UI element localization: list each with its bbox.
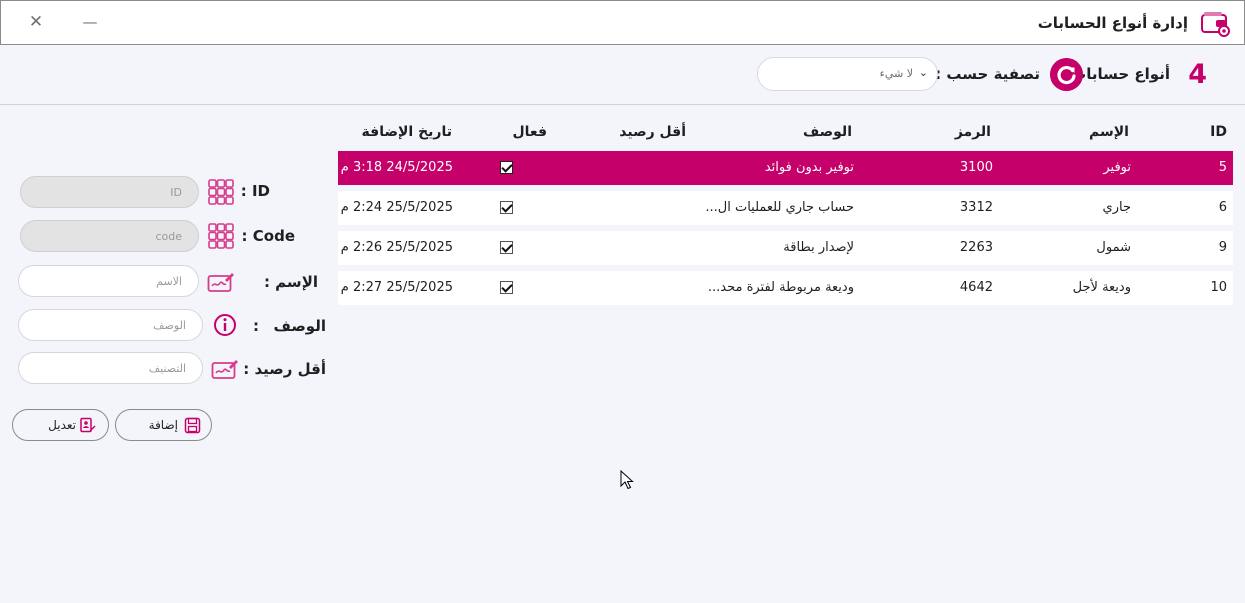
- cell-date-added: 25/5/2025 2:27 م: [340, 280, 453, 295]
- description-label: الوصف: [273, 317, 326, 335]
- cell-date-added: 24/5/2025 3:18 م: [340, 160, 453, 175]
- cell-description: توفير بدون فوائد: [764, 160, 854, 175]
- filter-select[interactable]: لا شيء ⌄: [757, 57, 938, 91]
- active-checkbox[interactable]: [500, 201, 513, 214]
- add-button[interactable]: إضافة: [115, 409, 212, 441]
- id-label: ID :: [240, 182, 270, 200]
- code-field[interactable]: code: [20, 220, 199, 252]
- column-header-code[interactable]: الرمز: [955, 124, 991, 140]
- cell-code: 3312: [959, 200, 993, 215]
- refresh-icon[interactable]: [1050, 58, 1083, 91]
- cell-date-added: 25/5/2025 2:26 م: [340, 240, 453, 255]
- column-header-min-balance[interactable]: أقل رصيد: [619, 124, 686, 140]
- cell-name: توفير: [1103, 160, 1131, 175]
- account-types-grid: ID الإسم الرمز الوصف أقل رصيد فعال تاريخ…: [338, 115, 1233, 311]
- active-checkbox[interactable]: [500, 241, 513, 254]
- table-row[interactable]: 10 وديعة لأجل 4642 وديعة مربوطة لفترة مح…: [338, 271, 1233, 305]
- add-button-label: إضافة: [148, 418, 178, 432]
- cell-description: حساب جاري للعمليات ال...: [705, 200, 854, 215]
- min-balance-label: أقل رصيد :: [243, 360, 326, 378]
- min-balance-placeholder: التصنيف: [148, 362, 186, 375]
- code-label: Code :: [241, 227, 295, 245]
- column-header-date-added[interactable]: تاريخ الإضافة: [362, 124, 452, 140]
- keypad-icon: [208, 223, 234, 249]
- table-row[interactable]: 9 شمول 2263 لإصدار بطاقة 25/5/2025 2:26 …: [338, 231, 1233, 265]
- edit-button[interactable]: تعديل: [12, 409, 109, 441]
- cell-code: 2263: [959, 240, 993, 255]
- cell-id: 9: [1218, 240, 1227, 255]
- mouse-cursor-icon: [620, 470, 634, 490]
- column-header-description[interactable]: الوصف: [803, 124, 852, 140]
- table-row[interactable]: 6 جاري 3312 حساب جاري للعمليات ال... 25/…: [338, 191, 1233, 225]
- section-title: أنواع حسابات: [1071, 65, 1170, 83]
- toolbar: 4 أنواع حسابات تصفية حسب : لا شيء ⌄: [0, 45, 1245, 105]
- name-placeholder: الاسم: [156, 275, 182, 288]
- active-checkbox[interactable]: [500, 281, 513, 294]
- cell-description: لإصدار بطاقة: [783, 240, 854, 255]
- cell-id: 5: [1218, 160, 1227, 175]
- code-placeholder: code: [155, 230, 182, 243]
- table-row[interactable]: 5 توفير 3100 توفير بدون فوائد 24/5/2025 …: [338, 151, 1233, 185]
- info-icon: [214, 314, 236, 336]
- signature-icon: [211, 360, 238, 379]
- chevron-down-icon: ⌄: [918, 66, 928, 79]
- cell-id: 10: [1210, 280, 1227, 295]
- name-field[interactable]: الاسم: [18, 265, 199, 297]
- edit-button-label: تعديل: [48, 418, 76, 432]
- record-count: 4: [1188, 59, 1207, 90]
- cell-name: وديعة لأجل: [1072, 280, 1131, 295]
- name-label: الإسم :: [263, 273, 318, 291]
- cell-id: 6: [1218, 200, 1227, 215]
- cell-code: 4642: [959, 280, 993, 295]
- cell-name: شمول: [1096, 240, 1131, 255]
- grid-header: ID الإسم الرمز الوصف أقل رصيد فعال تاريخ…: [338, 115, 1233, 151]
- window-title: إدارة أنواع الحسابات: [1037, 14, 1188, 32]
- title-bar: ✕ — إدارة أنواع الحسابات: [0, 0, 1245, 45]
- description-field[interactable]: الوصف: [18, 309, 203, 341]
- account-type-form: ID ID : code Code : الاسم الإسم : الوصف: [0, 160, 338, 460]
- filter-label: تصفية حسب :: [935, 65, 1040, 83]
- min-balance-field[interactable]: التصنيف: [18, 352, 203, 384]
- cell-description: وديعة مربوطة لفترة محد...: [707, 280, 854, 295]
- column-header-id[interactable]: ID: [1210, 124, 1227, 140]
- column-header-name[interactable]: الإسم: [1089, 124, 1129, 140]
- active-checkbox[interactable]: [500, 161, 513, 174]
- keypad-icon: [208, 179, 234, 205]
- edit-document-icon: [80, 417, 96, 433]
- column-header-active[interactable]: فعال: [513, 124, 547, 140]
- description-colon: :: [253, 317, 259, 335]
- cell-name: جاري: [1102, 200, 1131, 215]
- description-placeholder: الوصف: [153, 319, 186, 332]
- minimize-window-button[interactable]: —: [81, 11, 99, 33]
- close-window-button[interactable]: ✕: [25, 11, 47, 33]
- filter-selected-value: لا شيء: [879, 67, 913, 80]
- wallet-gear-icon: [1201, 12, 1230, 37]
- signature-icon: [207, 273, 234, 292]
- cell-date-added: 25/5/2025 2:24 م: [340, 200, 453, 215]
- cell-code: 3100: [959, 160, 993, 175]
- save-icon: [184, 417, 201, 434]
- id-field[interactable]: ID: [20, 176, 199, 208]
- id-placeholder: ID: [170, 186, 182, 199]
